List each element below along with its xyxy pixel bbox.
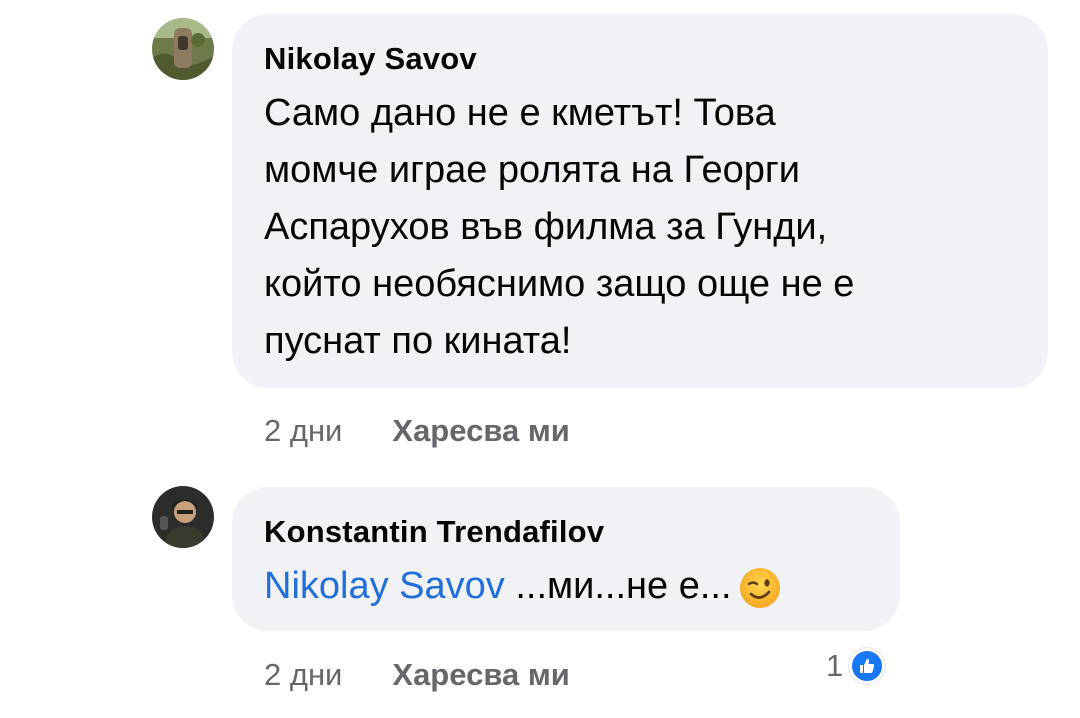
comment-actions: 2 дни Харесва ми <box>264 412 570 450</box>
comment-text-line: който необяснимо защо още не е <box>264 263 855 305</box>
comment-text-line: пуснат по кината! <box>264 320 572 362</box>
comment-bubble: Nikolay Savov Само дано не е кметът! Тов… <box>232 14 1048 388</box>
like-button[interactable]: Харесва ми <box>392 412 569 450</box>
avatar[interactable] <box>152 486 214 548</box>
comment-author[interactable]: Konstantin Trendafilov <box>264 513 900 551</box>
comment-text-body: ...ми...не е... <box>504 565 732 607</box>
comment-text: Само дано не е кметът! Това момче играе … <box>264 85 1048 370</box>
comment-text: Nikolay Savov ...ми...не е... <box>264 558 900 615</box>
comment-text-line: Аспарухов във филма за Гунди, <box>264 206 828 248</box>
thumbs-up-icon <box>849 648 886 684</box>
like-button[interactable]: Харесва ми <box>392 656 569 694</box>
comment-text-line: момче играе ролята на Георги <box>264 149 800 191</box>
comment-actions: 2 дни Харесва ми <box>264 656 570 694</box>
comment-author[interactable]: Nikolay Savov <box>264 40 1048 78</box>
reaction-summary[interactable]: 1 <box>826 648 886 684</box>
mention-link[interactable]: Nikolay Savov <box>264 565 505 607</box>
comment-timestamp[interactable]: 2 дни <box>264 656 342 694</box>
winking-face-emoji <box>738 566 782 610</box>
reaction-count: 1 <box>826 648 844 683</box>
comment-bubble: Konstantin Trendafilov Nikolay Savov ...… <box>232 487 900 631</box>
comment-text-line: Само дано не е кметът! Това <box>264 92 776 134</box>
comment-timestamp[interactable]: 2 дни <box>264 412 342 450</box>
avatar[interactable] <box>152 18 214 80</box>
